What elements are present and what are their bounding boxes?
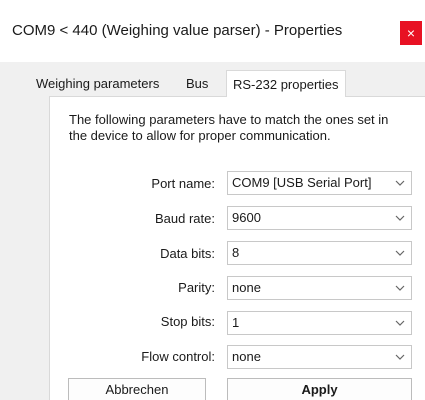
- close-icon: ×: [406, 25, 416, 41]
- stop-bits-value: 1: [232, 315, 240, 330]
- data-bits-label: Data bits:: [160, 246, 215, 261]
- chevron-down-icon: [395, 354, 405, 360]
- close-button[interactable]: ×: [400, 21, 422, 45]
- description-text: The following parameters have to match t…: [69, 112, 389, 143]
- stop-bits-label: Stop bits:: [160, 314, 215, 329]
- parity-value: none: [232, 280, 261, 295]
- baud-rate-label: Baud rate:: [155, 211, 215, 226]
- data-bits-value: 8: [232, 245, 240, 260]
- cancel-button[interactable]: Abbrechen: [68, 378, 206, 400]
- tab-rs232-properties[interactable]: RS-232 properties: [226, 70, 346, 97]
- data-bits-select[interactable]: 8: [227, 241, 412, 265]
- flow-control-select[interactable]: none: [227, 345, 412, 369]
- chevron-down-icon: [395, 180, 405, 186]
- tab-weighing-parameters[interactable]: Weighing parameters: [30, 73, 165, 96]
- stop-bits-select[interactable]: 1: [227, 311, 412, 335]
- apply-button[interactable]: Apply: [227, 378, 412, 400]
- flow-control-label: Flow control:: [141, 349, 215, 364]
- port-name-select[interactable]: COM9 [USB Serial Port]: [227, 171, 412, 195]
- chevron-down-icon: [395, 250, 405, 256]
- flow-control-value: none: [232, 349, 261, 364]
- chevron-down-icon: [395, 320, 405, 326]
- rs232-properties-panel: The following parameters have to match t…: [49, 96, 425, 400]
- window-title: COM9 < 440 (Weighing value parser) - Pro…: [12, 22, 343, 39]
- port-name-label: Port name:: [151, 176, 215, 191]
- chevron-down-icon: [395, 215, 405, 221]
- port-name-value: COM9 [USB Serial Port]: [232, 175, 372, 190]
- chevron-down-icon: [395, 285, 405, 291]
- parity-select[interactable]: none: [227, 276, 412, 300]
- baud-rate-value: 9600: [232, 210, 261, 225]
- baud-rate-select[interactable]: 9600: [227, 206, 412, 230]
- properties-dialog: COM9 < 440 (Weighing value parser) - Pro…: [0, 0, 425, 400]
- tab-bus[interactable]: Bus: [180, 73, 214, 96]
- parity-label: Parity:: [178, 280, 215, 295]
- title-bar: COM9 < 440 (Weighing value parser) - Pro…: [0, 0, 425, 62]
